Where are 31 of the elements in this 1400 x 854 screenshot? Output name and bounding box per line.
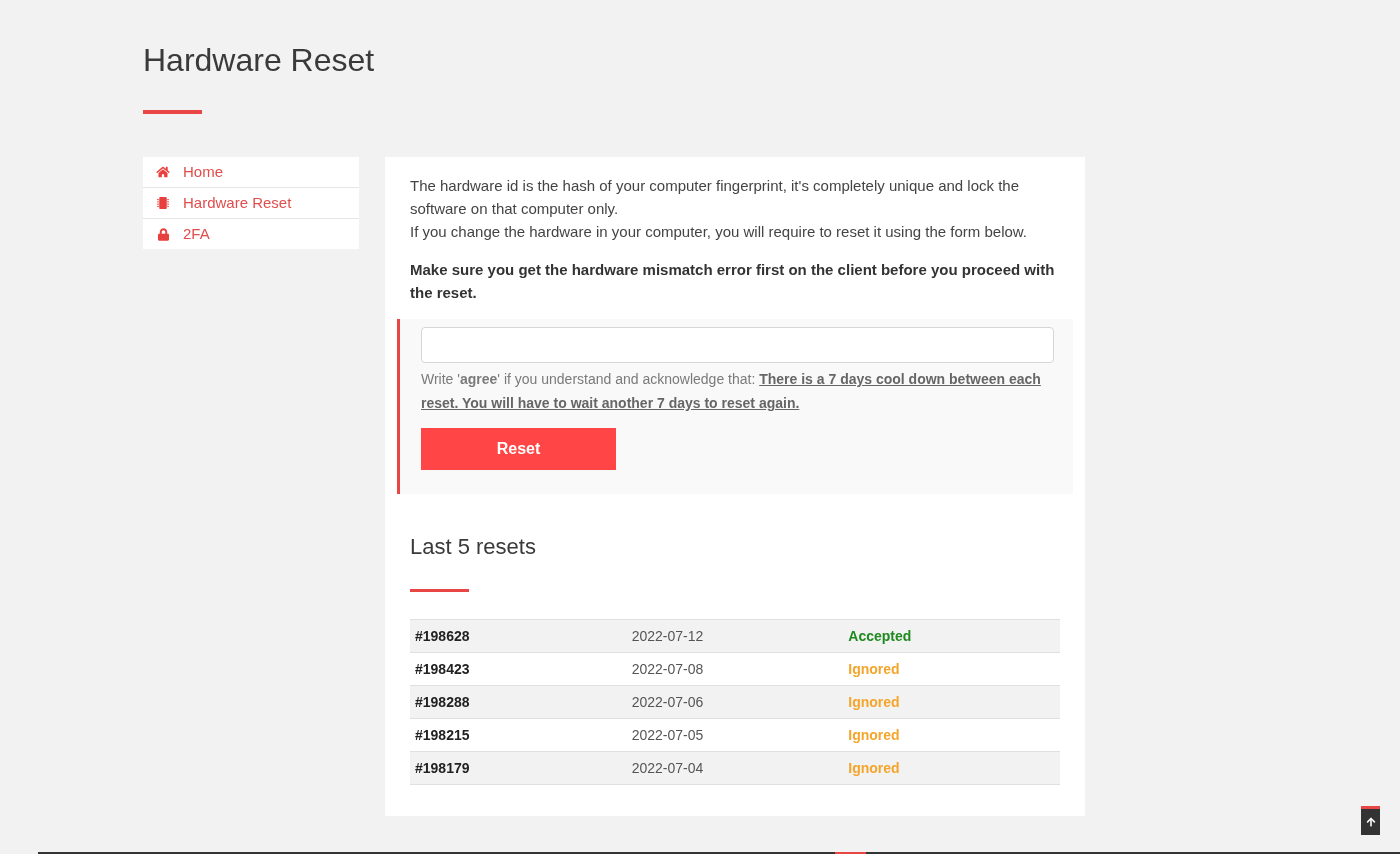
scroll-top-button[interactable] xyxy=(1361,806,1380,835)
sidebar-item[interactable]: Hardware Reset xyxy=(143,188,359,218)
reset-id: #198288 xyxy=(414,692,471,712)
reset-date: 2022-07-08 xyxy=(630,659,705,679)
page-title: Hardware Reset xyxy=(143,41,376,80)
reset-id: #198423 xyxy=(414,659,471,679)
sidebar-item[interactable]: Home xyxy=(143,157,359,187)
section-title: Last 5 resets xyxy=(410,533,537,561)
reset-status: Ignored xyxy=(847,692,901,712)
reset-status: Ignored xyxy=(847,758,901,778)
reset-date: 2022-07-04 xyxy=(630,758,705,778)
chip-icon xyxy=(157,196,169,210)
reset-status: Ignored xyxy=(847,659,901,679)
agree-instructions: Write 'agree' if you understand and acknowledge that: There is a 7 days cool down between each reset. You will have to wait another 7 days to reset again. xyxy=(421,370,1042,413)
arrow-up-icon xyxy=(1365,817,1376,827)
intro-text: The hardware id is the hash of your computer fingerprint, it's completely unique and lock the software on that computer only. xyxy=(410,176,1021,219)
reset-status: Accepted xyxy=(847,626,913,646)
reset-button[interactable]: Reset xyxy=(421,428,616,470)
reset-id: #198215 xyxy=(414,725,471,745)
lock-icon xyxy=(157,227,169,241)
home-icon xyxy=(156,166,170,178)
sidebar-item[interactable]: 2FA xyxy=(143,219,359,249)
reset-date: 2022-07-12 xyxy=(630,626,705,646)
intro-text: If you change the hardware in your computer, you will require to reset it using the form below. xyxy=(410,222,1028,242)
reset-date: 2022-07-05 xyxy=(630,725,705,745)
warning-text: Make sure you get the hardware mismatch error first on the client before you proceed with the reset. xyxy=(410,260,1056,303)
agree-input[interactable] xyxy=(421,327,1054,363)
reset-date: 2022-07-06 xyxy=(630,692,705,712)
reset-id: #198628 xyxy=(414,626,471,646)
reset-id: #198179 xyxy=(414,758,471,778)
reset-status: Ignored xyxy=(847,725,901,745)
